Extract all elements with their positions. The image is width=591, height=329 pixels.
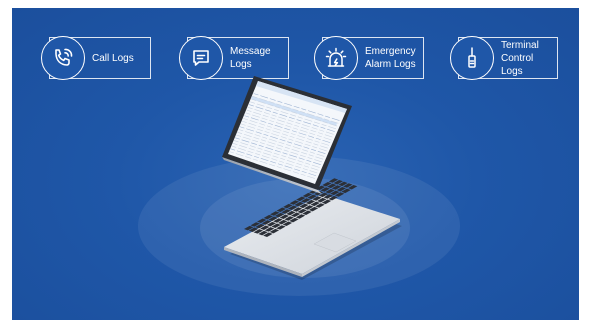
- hero-banner: Call Logs Message Logs Emergency Alarm L…: [12, 8, 579, 320]
- laptop-illustration: [222, 76, 402, 280]
